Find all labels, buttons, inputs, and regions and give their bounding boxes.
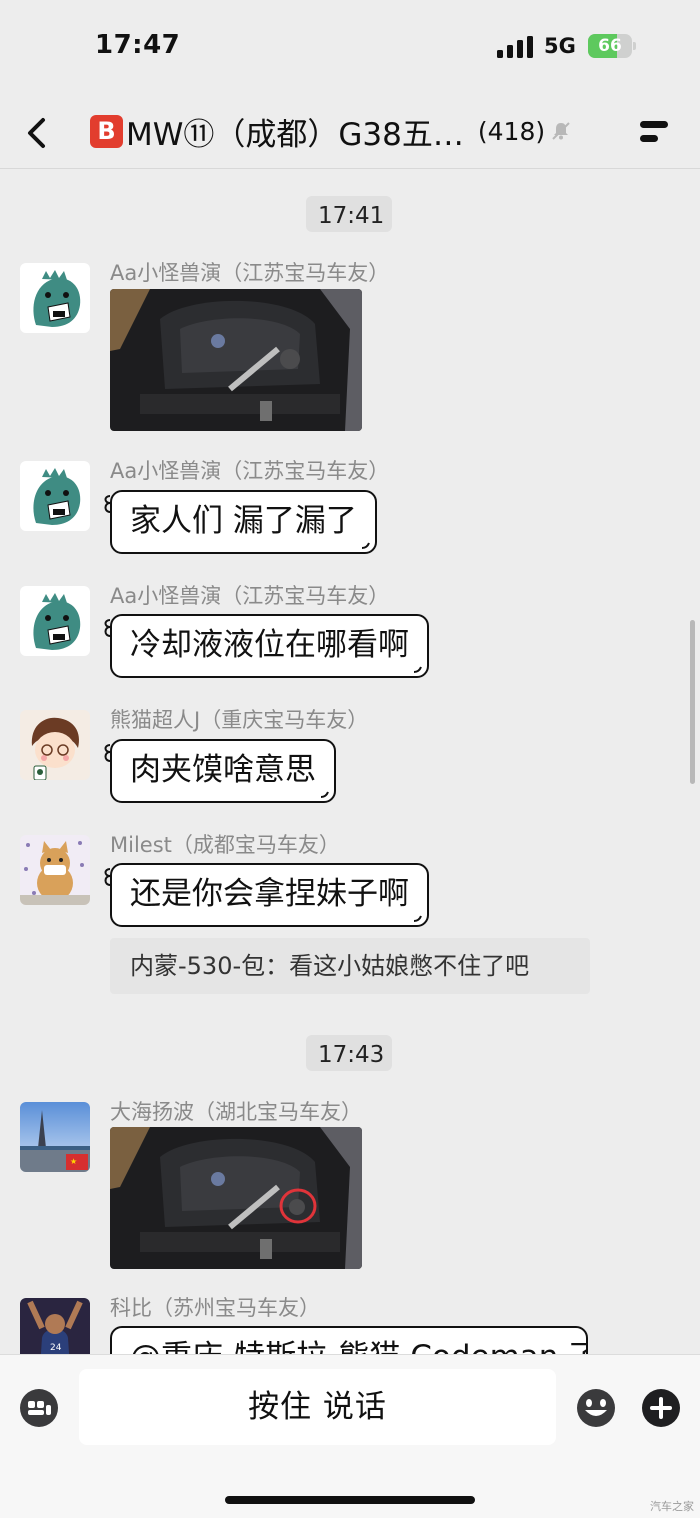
message-text: 冷却液液位在哪看啊 [130, 627, 409, 663]
battery-indicator: 66 [588, 34, 636, 58]
green-dinosaur-avatar [20, 263, 90, 333]
input-bar: 按住 说话 汽车之家 [0, 1354, 700, 1518]
message-photo[interactable] [110, 1127, 362, 1269]
green-dinosaur-avatar [20, 586, 90, 656]
sender-name: Aa小怪兽演（江苏宝马车友） [110, 261, 390, 285]
quoted-reply[interactable]: 内蒙-530-包：看这小姑娘憋不住了吧 [110, 938, 590, 994]
home-indicator[interactable] [225, 1496, 475, 1504]
bubble-curl-icon [104, 619, 111, 637]
voice-toggle-icon[interactable] [18, 1387, 60, 1429]
chat-title[interactable]: B MW⑪（成都）G38五… (418) [90, 111, 573, 153]
cartoon-boy-avatar [20, 710, 90, 780]
bubble-corner-icon [413, 915, 422, 922]
back-chevron-icon [28, 118, 45, 148]
green-dinosaur-avatar [20, 461, 90, 531]
bell-muted-icon [551, 120, 573, 142]
paris-tower-photo-avatar: ★ [20, 1102, 90, 1172]
hold-to-talk-button[interactable]: 按住 说话 [79, 1369, 556, 1445]
avatar[interactable] [20, 263, 90, 333]
scrollbar-thumb[interactable] [690, 620, 695, 784]
svg-text:★: ★ [70, 1157, 77, 1166]
avatar[interactable] [20, 710, 90, 780]
bubble-curl-icon [104, 868, 111, 886]
chat-header: B MW⑪（成都）G38五… (418) [0, 96, 700, 169]
group-name: MW⑪（成都）G38五… [126, 116, 464, 153]
timestamp: 17:43 [306, 1035, 392, 1071]
menu-lines-icon[interactable] [636, 116, 672, 148]
svg-text:24: 24 [50, 1343, 62, 1353]
bubble-curl-icon [110, 1330, 114, 1352]
avatar[interactable]: ★ [20, 1102, 90, 1172]
message-bubble[interactable]: 家人们 漏了漏了 [104, 490, 377, 554]
b-badge-icon: B [90, 114, 123, 148]
watermark: 汽车之家 [650, 1500, 694, 1513]
message-bubble[interactable]: 肉夹馍啥意思 [104, 739, 336, 803]
avatar[interactable] [20, 461, 90, 531]
battery-level: 66 [598, 36, 622, 56]
status-time: 17:47 [95, 30, 181, 60]
sender-name: Milest（成都宝马车友） [110, 833, 340, 857]
back-button[interactable] [18, 114, 56, 152]
emoji-icon[interactable] [575, 1387, 617, 1429]
plus-icon[interactable] [640, 1387, 682, 1429]
car-engine-photo [110, 1127, 362, 1269]
cartoon-cat-avatar [20, 835, 90, 905]
cellular-signal-icon [497, 36, 533, 58]
message-bubble[interactable]: 冷却液液位在哪看啊 [104, 614, 429, 678]
bubble-corner-icon [320, 791, 329, 798]
bubble-corner-icon [413, 666, 422, 673]
bubble-curl-icon [104, 744, 111, 762]
sender-name: 科比（苏州宝马车友） [110, 1296, 320, 1320]
message-photo[interactable] [110, 289, 362, 431]
message-bubble[interactable]: 还是你会拿捏妹子啊 [104, 863, 429, 927]
message-text: 还是你会拿捏妹子啊 [130, 876, 409, 912]
network-type: 5G [544, 34, 576, 58]
message-text: 家人们 漏了漏了 [130, 503, 357, 539]
sender-name: 大海扬波（湖北宝马车友） [110, 1100, 362, 1124]
sender-name: 熊猫超人J（重庆宝马车友） [110, 708, 369, 732]
avatar[interactable] [20, 586, 90, 656]
timestamp: 17:41 [306, 196, 392, 232]
bubble-corner-icon [361, 542, 370, 549]
bubble-curl-icon [104, 495, 111, 513]
avatar[interactable] [20, 835, 90, 905]
car-engine-photo [110, 289, 362, 431]
message-text: 肉夹馍啥意思 [130, 752, 316, 788]
member-count: (418) [477, 116, 546, 146]
sender-name: Aa小怪兽演（江苏宝马车友） [110, 459, 390, 483]
sender-name: Aa小怪兽演（江苏宝马车友） [110, 584, 390, 608]
